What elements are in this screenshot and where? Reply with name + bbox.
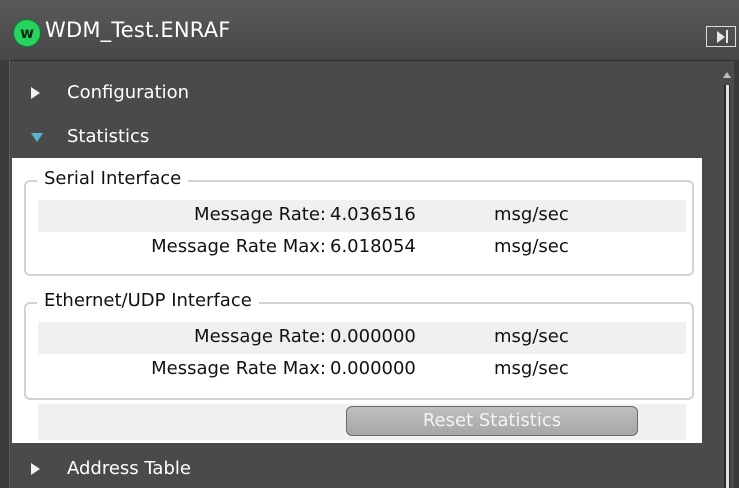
collapse-arrow-icon[interactable] [31,133,43,142]
stat-value: 0.000000 [330,358,416,379]
stat-unit: msg/sec [494,358,569,379]
tree-item-label: Configuration [67,82,190,103]
tree-item-address-table[interactable]: Address Table [12,450,702,486]
tree-item-label: Address Table [67,458,191,479]
stat-value: 6.018054 [330,236,416,257]
stat-row-ethernet-rate-max: Message Rate Max: 0.000000 msg/sec [38,354,686,386]
stat-unit: msg/sec [494,326,569,347]
app-logo-icon: w [13,19,41,47]
play-arrow-icon [717,31,725,43]
stat-unit: msg/sec [494,204,569,225]
stat-row-serial-rate-max: Message Rate Max: 6.018054 msg/sec [38,232,686,264]
panel-left-border [9,60,10,488]
stat-unit: msg/sec [494,236,569,257]
title-bar: w WDM_Test.ENRAF [0,0,739,61]
tree-item-label: Statistics [67,126,150,147]
bar-icon [726,30,728,43]
tree-item-configuration[interactable]: Configuration [12,74,702,110]
stat-label: Message Rate Max: [151,236,326,257]
panel-right-frame [734,60,739,488]
stat-value: 4.036516 [330,204,416,225]
collapse-panel-button[interactable] [706,26,736,47]
group-legend: Ethernet/UDP Interface [37,290,259,311]
scroll-up-arrow-icon[interactable] [723,72,731,78]
stat-row-ethernet-rate: Message Rate: 0.000000 msg/sec [38,322,686,354]
window-title: WDM_Test.ENRAF [45,18,231,42]
reset-statistics-button[interactable]: Reset Statistics [346,406,638,436]
group-legend: Serial Interface [37,168,189,189]
stat-row-serial-rate: Message Rate: 4.036516 msg/sec [38,200,686,232]
stat-label: Message Rate: [194,326,326,347]
expand-arrow-icon[interactable] [31,463,40,475]
expand-arrow-icon[interactable] [31,87,40,99]
scrollbar-thumb[interactable] [724,85,730,488]
stat-label: Message Rate Max: [151,358,326,379]
stat-value: 0.000000 [330,326,416,347]
statistics-panel: Serial Interface Message Rate: 4.036516 … [12,158,702,443]
stat-label: Message Rate: [194,204,326,225]
tree-item-statistics[interactable]: Statistics [12,118,702,154]
